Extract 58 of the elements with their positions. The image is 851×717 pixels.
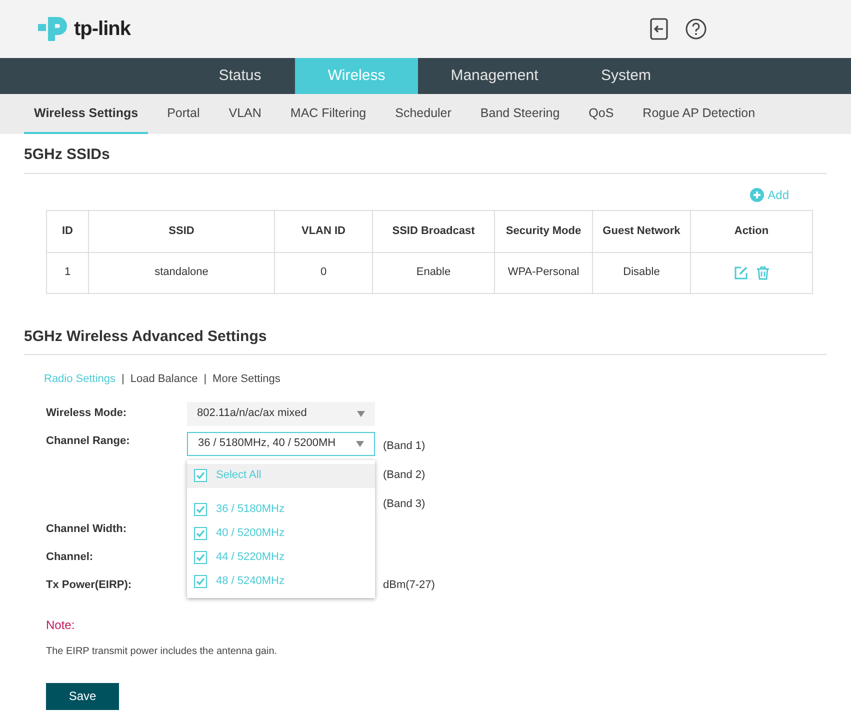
column-header: Security Mode: [494, 210, 592, 252]
wireless-mode-select[interactable]: 802.11a/n/ac/ax mixed: [187, 402, 375, 426]
band-label: (Band 3): [383, 496, 426, 512]
checkbox[interactable]: [194, 527, 207, 540]
edit-icon[interactable]: [734, 266, 748, 280]
band-label: (Band 1): [383, 438, 426, 454]
column-header: Action: [690, 210, 812, 252]
trash-icon[interactable]: [756, 266, 770, 280]
section-link[interactable]: Load Balance: [130, 371, 198, 388]
logo-text: tp-link: [74, 17, 130, 42]
field-label: Channel Width:: [46, 522, 128, 538]
column-header: ID: [46, 210, 88, 252]
section-link[interactable]: More Settings: [212, 371, 280, 388]
sub-tab[interactable]: MAC Filtering: [280, 94, 376, 134]
sub-tab[interactable]: Scheduler: [385, 94, 462, 134]
logo-icon: [36, 15, 70, 43]
sub-tab[interactable]: VLAN: [218, 94, 272, 134]
table-cell: standalone: [88, 252, 274, 293]
caret-icon: [356, 440, 364, 446]
checkbox[interactable]: [194, 575, 207, 588]
table-cell: Disable: [592, 252, 690, 293]
table-cell: 1: [46, 252, 88, 293]
save-button[interactable]: Save: [46, 682, 119, 710]
add-icon: [750, 188, 764, 202]
note-title: Note:: [46, 616, 76, 634]
sub-tab[interactable]: Rogue AP Detection: [632, 94, 766, 134]
table-cell: Enable: [372, 252, 494, 293]
sub-tab[interactable]: Portal: [157, 94, 210, 134]
checkbox[interactable]: [194, 503, 207, 516]
column-header: SSID: [88, 210, 274, 252]
separator: |: [122, 372, 124, 387]
nav-tab[interactable]: Management: [418, 58, 571, 94]
help-icon[interactable]: [685, 18, 707, 40]
sub-tab[interactable]: Wireless Settings: [24, 94, 148, 134]
column-header: SSID Broadcast: [372, 210, 494, 252]
unit-label: dBm(7-27): [383, 578, 435, 594]
checkbox[interactable]: [194, 469, 207, 482]
note-text: The EIRP transmit power includes the antenna gain.: [46, 644, 278, 658]
table-cell: WPA-Personal: [494, 252, 592, 293]
sub-tab[interactable]: Band Steering: [470, 94, 570, 134]
column-header: Guest Network: [592, 210, 690, 252]
column-header: VLAN ID: [274, 210, 372, 252]
section-title: 5GHz Wireless Advanced Settings: [24, 326, 827, 355]
nav-tab[interactable]: System: [571, 58, 681, 94]
caret-icon: [357, 410, 365, 416]
nav-tab[interactable]: Status: [185, 58, 295, 94]
logout-icon[interactable]: [649, 18, 669, 40]
field-label: Tx Power(EIRP):: [46, 578, 133, 594]
separator: |: [204, 372, 207, 387]
band-label: (Band 2): [383, 468, 426, 483]
field-label: Channel:: [46, 550, 94, 566]
sub-tab[interactable]: QoS: [578, 94, 624, 134]
checkbox[interactable]: [194, 551, 207, 564]
channel-range-select[interactable]: 36 / 5180MHz, 40 / 5200MH: [187, 432, 375, 456]
field-label: Wireless Mode:: [46, 406, 128, 422]
table-cell: 0: [274, 252, 372, 293]
field-label: Channel Range:: [46, 434, 131, 448]
section-title: 5GHz SSIDs: [24, 144, 827, 174]
